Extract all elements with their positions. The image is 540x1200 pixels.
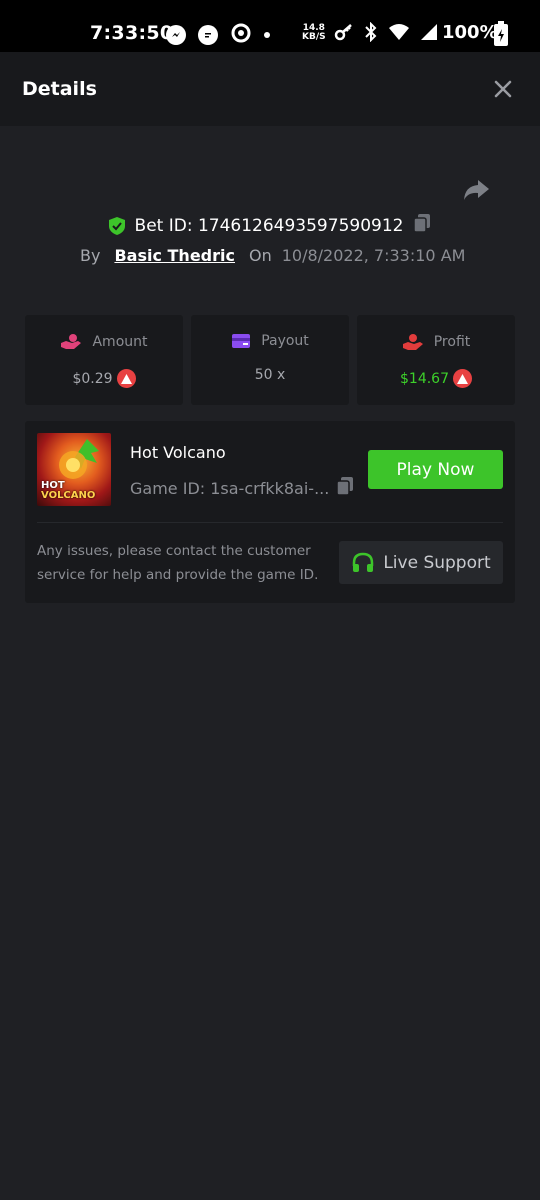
stat-profit: Profit $14.67	[357, 315, 515, 405]
game-id: Game ID: 1sa-crfkk8ai-...	[130, 478, 330, 498]
user-link[interactable]: Basic Thedric	[114, 246, 235, 265]
stat-profit-value-row: $14.67	[400, 369, 472, 388]
share-button[interactable]	[461, 174, 491, 204]
circle-app-icon	[230, 22, 252, 48]
chat-bubble-icon	[198, 25, 218, 45]
battery-percent: 100%	[442, 22, 498, 43]
stat-payout: Payout 50 x	[191, 315, 349, 405]
copy-game-id-button[interactable]	[334, 475, 356, 501]
stat-payout-value-row: 50 x	[255, 367, 286, 383]
stat-payout-label: Payout	[261, 333, 309, 349]
headset-icon	[353, 552, 374, 572]
stat-amount-label: Amount	[92, 334, 148, 350]
money-hand-icon	[61, 334, 82, 349]
copy-icon	[336, 477, 353, 496]
stat-amount: Amount $0.29	[25, 315, 183, 405]
net-speed-unit: KB/S	[302, 32, 326, 42]
bet-stats: Amount $0.29 Payout 50 x Profit $14.67	[25, 315, 515, 405]
bluetooth-icon	[364, 21, 378, 46]
page-title: Details	[22, 78, 97, 100]
game-thumbnail[interactable]: HOT VOLCANO	[37, 433, 111, 506]
bet-id-row: Bet ID: 1746126493597590912	[0, 212, 540, 239]
copy-bet-id-button[interactable]	[411, 212, 433, 239]
play-now-button[interactable]: Play Now	[368, 450, 503, 489]
stat-profit-label: Profit	[433, 334, 471, 350]
stat-amount-value-row: $0.29	[72, 369, 136, 388]
game-id-row: Game ID: 1sa-crfkk8ai-...	[130, 475, 356, 501]
by-label: By	[80, 246, 101, 265]
bet-id: Bet ID: 1746126493597590912	[134, 215, 404, 236]
battery-charging-icon	[494, 21, 508, 46]
dot-icon	[264, 32, 270, 38]
game-name: Hot Volcano	[130, 443, 226, 462]
details-header: Details	[0, 52, 540, 126]
on-label: On	[248, 246, 272, 265]
live-support-button[interactable]: Live Support	[339, 541, 503, 584]
stat-payout-head: Payout	[231, 333, 309, 349]
stat-amount-value: $0.29	[72, 370, 113, 387]
signal-icon	[420, 23, 438, 45]
profit-hand-icon	[402, 334, 423, 350]
bet-meta-row: By Basic Thedric On 10/8/2022, 7:33:10 A…	[80, 246, 465, 265]
game-card: HOT VOLCANO Hot Volcano Game ID: 1sa-crf…	[25, 421, 515, 603]
bet-datetime: 10/8/2022, 7:33:10 AM	[281, 246, 466, 265]
wifi-icon	[388, 23, 410, 45]
avax-icon	[453, 369, 472, 388]
messenger-icon	[166, 25, 186, 45]
card-icon	[232, 334, 251, 348]
status-time: 7:33:50	[90, 22, 174, 44]
thumbnail-title-2: VOLCANO	[41, 490, 96, 501]
status-bar: 7:33:50 14.8 KB/S 100%	[0, 0, 540, 52]
thumbnail-title: HOT VOLCANO	[41, 481, 95, 501]
close-icon	[494, 80, 512, 98]
stat-profit-value: $14.67	[400, 370, 449, 387]
close-button[interactable]	[490, 76, 516, 102]
copy-icon	[413, 214, 431, 233]
key-icon	[334, 22, 354, 46]
net-speed: 14.8 KB/S	[302, 24, 326, 42]
share-icon	[464, 180, 489, 200]
system-icons	[334, 21, 438, 46]
help-text: Any issues, please contact the customer …	[37, 543, 319, 583]
live-support-label: Live Support	[383, 552, 491, 573]
shield-check-icon	[108, 216, 125, 235]
stat-profit-head: Profit	[402, 333, 471, 351]
divider	[37, 522, 503, 523]
notification-icons	[166, 22, 270, 48]
stat-payout-value: 50 x	[254, 367, 286, 383]
stat-amount-head: Amount	[60, 333, 148, 351]
avax-icon	[116, 369, 136, 388]
